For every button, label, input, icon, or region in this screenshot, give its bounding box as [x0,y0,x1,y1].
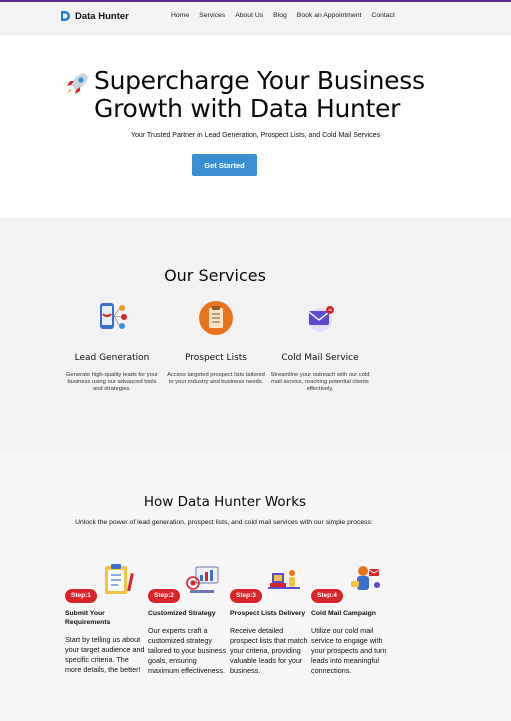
lead-generation-icon [100,303,127,329]
delivery-icon [268,570,301,589]
strategy-icon [186,566,219,593]
service-title: Prospect Lists [185,353,247,363]
nav-blog[interactable]: Blog [273,12,287,19]
step-1: Step:1 Submit Your Requirements Start by… [65,555,145,675]
hero-subtitle: Your Trusted Partner in Lead Generation,… [130,132,381,139]
step-badge: Step:4 [311,589,343,603]
step-badge: Step:3 [230,589,262,603]
step-description: Start by telling us about your target au… [65,635,145,674]
service-description: Generate high-quality leads for your bus… [65,372,159,392]
step-3: Step:3 Prospect Lists Delivery Receive d… [230,555,310,676]
step-title: Submit Your Requirements [65,610,111,626]
step-description: Receive detailed prospect lists that mat… [230,626,308,675]
nav-about-us[interactable]: About Us [235,12,263,19]
data-hunter-logo-icon [61,11,70,21]
how-it-works-intro: Unlock the power of lead generation, pro… [75,519,373,526]
service-card-lead-generation: Lead Generation Generate high-quality le… [62,300,162,393]
nav-contact[interactable]: Contact [371,12,394,19]
services-title: Our Services [164,266,266,285]
step-title: Prospect Lists Delivery [230,610,306,617]
prospect-list-icon [199,301,233,335]
service-title: Cold Mail Service [281,353,359,363]
how-it-works-section: How Data Hunter Works Unlock the power o… [0,450,511,721]
nav-home[interactable]: Home [171,12,189,19]
nav-book-appointment[interactable]: Book an Appointment [297,12,362,19]
service-description: Streamline your outreach with our cold m… [270,372,370,392]
step-title: Cold Mail Campaign [311,610,376,617]
get-started-button[interactable]: Get Started [192,154,257,176]
service-card-cold-mail: Cold Mail Service Streamline your outrea… [270,300,370,393]
step-2: Step:2 Customized Strategy Our experts c… [148,555,228,676]
step-title: Customized Strategy [148,610,216,617]
step-description: Utilize our cold mail service to engage … [311,626,387,675]
brand-logo[interactable]: Data Hunter [60,10,129,22]
rocket-icon [67,73,88,94]
cold-mail-icon [308,306,334,332]
services-section: Our Services Lead Generation Generate hi… [0,218,511,450]
hero-title: Supercharge Your Business Growth with Da… [94,66,425,123]
hero-section: Supercharge Your Business Growth with Da… [0,36,511,218]
brand-name: Data Hunter [75,10,129,22]
how-it-works-title: How Data Hunter Works [143,494,307,510]
step-badge: Step:2 [148,589,180,603]
step-badge: Step:1 [65,589,97,603]
top-navigation: Data Hunter Home Services About Us Blog … [0,2,511,35]
step-4: Step:4 Cold Mail Campaign Utilize our co… [311,555,391,676]
service-description: Access targeted prospect lists tailored … [167,372,265,385]
service-title: Lead Generation [74,353,150,363]
step-description: Our experts craft a customized strategy … [148,626,226,675]
main-menu: Home Services About Us Blog Book an Appo… [171,12,405,19]
nav-services[interactable]: Services [199,12,225,19]
campaign-icon [351,566,381,590]
service-card-prospect-lists: Prospect Lists Access targeted prospect … [166,300,266,386]
clipboard-icon [105,564,135,594]
